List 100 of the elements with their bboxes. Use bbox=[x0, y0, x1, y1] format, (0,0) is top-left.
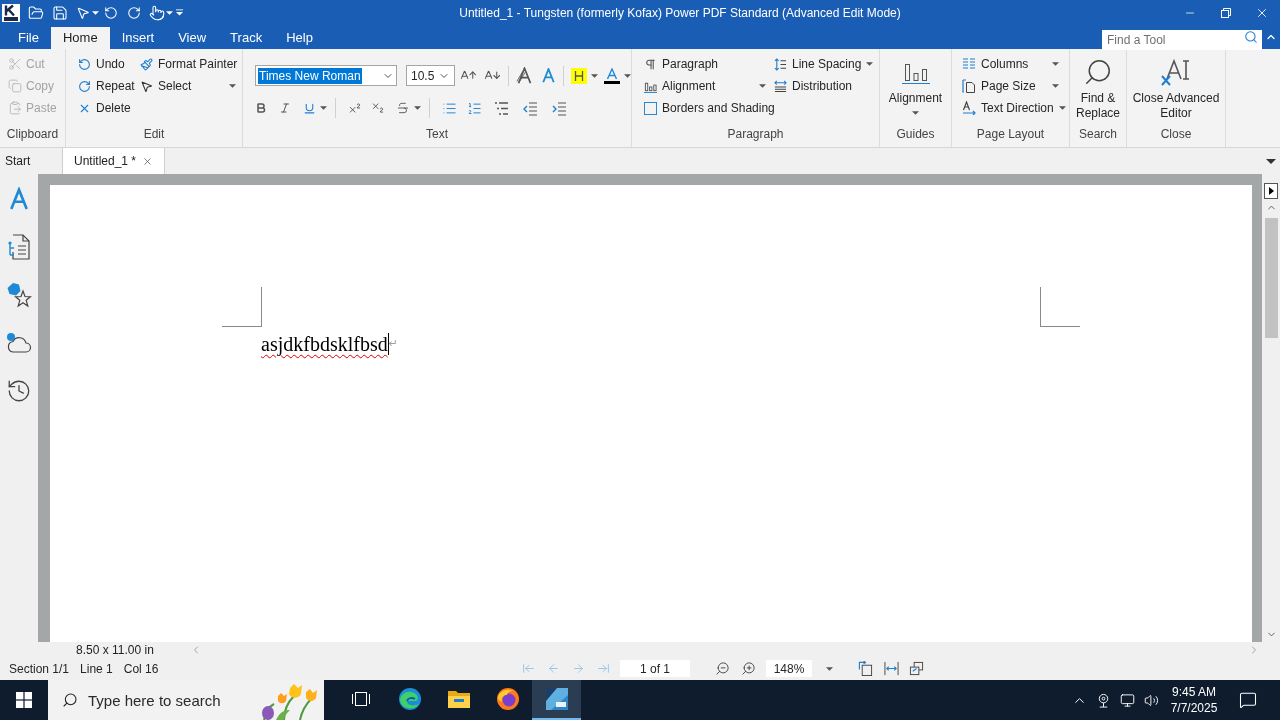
group-label: Edit bbox=[143, 126, 165, 143]
caret-icon[interactable] bbox=[92, 10, 99, 15]
app-logo-icon[interactable] bbox=[2, 3, 20, 22]
task-view-icon[interactable] bbox=[350, 690, 371, 708]
close-editor-button[interactable]: Close Advanced Editor bbox=[1127, 49, 1225, 121]
clock-date[interactable]: 7/7/2025 bbox=[1170, 700, 1218, 716]
menu-tab[interactable]: View bbox=[166, 27, 219, 49]
page-layout-option-button[interactable]: Page Size bbox=[958, 75, 1063, 97]
folder-icon[interactable] bbox=[446, 689, 471, 709]
zoom-in-icon[interactable] bbox=[741, 661, 756, 676]
search-icon[interactable] bbox=[1244, 30, 1258, 44]
document-tree-icon[interactable] bbox=[7, 234, 31, 260]
cloud-dot-icon[interactable] bbox=[6, 332, 32, 354]
letter-h-tile-icon[interactable] bbox=[571, 67, 587, 84]
multilevel-list-icon[interactable] bbox=[494, 100, 509, 116]
paragraph-option-button[interactable]: Line Spacing bbox=[770, 53, 878, 75]
outdent-icon[interactable] bbox=[523, 100, 538, 116]
paragraph-option-button[interactable]: Distribution bbox=[770, 75, 878, 97]
paragraph-option-button[interactable]: Paragraph bbox=[640, 53, 770, 75]
taskbar-search-field[interactable]: Type here to search bbox=[48, 680, 324, 720]
redo-arrow-icon[interactable] bbox=[127, 5, 141, 20]
clock-time[interactable]: 9:45 AM bbox=[1172, 684, 1216, 700]
letter-a-icon[interactable] bbox=[541, 68, 556, 83]
caret-icon[interactable] bbox=[591, 73, 598, 78]
overlapping-windows-icon[interactable] bbox=[909, 661, 924, 676]
page-rotate-icon[interactable] bbox=[858, 661, 873, 676]
line-indicator: Line 1 bbox=[80, 660, 113, 678]
scrollbar-thumb[interactable] bbox=[1264, 218, 1278, 338]
monitor-icon[interactable] bbox=[1119, 692, 1135, 708]
find-replace-button[interactable]: Find & Replace bbox=[1070, 49, 1126, 121]
letter-a-hatch-icon[interactable] bbox=[516, 67, 533, 84]
caret-icon[interactable] bbox=[624, 73, 631, 78]
caret-icon[interactable] bbox=[826, 666, 833, 671]
letter-a-icon[interactable] bbox=[8, 187, 30, 211]
save-icon[interactable] bbox=[52, 4, 68, 21]
fit-width-icon[interactable] bbox=[884, 661, 899, 676]
alignment-guides-button[interactable]: Alignment bbox=[880, 49, 951, 115]
indent-icon[interactable] bbox=[552, 100, 567, 116]
page-number-field[interactable]: 1 of 1 bbox=[620, 660, 690, 677]
letter-a-bar-icon[interactable] bbox=[604, 67, 620, 84]
close-icon[interactable] bbox=[142, 155, 154, 167]
delete-button[interactable]: Delete bbox=[74, 97, 136, 119]
document-app-icon[interactable] bbox=[544, 687, 569, 711]
document-tab[interactable]: Start bbox=[0, 148, 62, 174]
swirl-icon[interactable] bbox=[397, 687, 422, 711]
corner-mark bbox=[222, 287, 262, 327]
caret-icon[interactable] bbox=[414, 106, 421, 110]
italic-icon[interactable] bbox=[279, 102, 291, 114]
notification-icon[interactable] bbox=[1239, 691, 1257, 709]
group-label: Text bbox=[426, 126, 448, 143]
menu-tab[interactable]: Help bbox=[274, 27, 325, 49]
repeat-button[interactable]: Repeat bbox=[74, 75, 136, 97]
page-layout-option-button[interactable]: Columns bbox=[958, 53, 1063, 75]
bullet-list-icon[interactable] bbox=[442, 100, 457, 116]
corner-mark bbox=[1040, 287, 1080, 327]
subscript-icon[interactable] bbox=[371, 101, 385, 115]
section-indicator: Section 1/1 bbox=[9, 660, 70, 678]
caret-icon[interactable] bbox=[166, 10, 173, 15]
pointer-icon bbox=[140, 79, 153, 93]
numbered-list-icon[interactable] bbox=[467, 100, 482, 116]
caret-icon[interactable] bbox=[1266, 158, 1276, 164]
speaker-icon[interactable] bbox=[1143, 692, 1159, 708]
hand-pointer-icon[interactable] bbox=[149, 4, 165, 21]
copy-icon bbox=[8, 79, 22, 93]
triangle-right-icon[interactable] bbox=[1264, 183, 1278, 199]
font-size-field[interactable]: 10.5 bbox=[406, 65, 455, 86]
find-tool-field[interactable]: Find a Tool bbox=[1102, 30, 1262, 50]
undo-arrow-icon bbox=[78, 57, 91, 71]
hexagon-star-icon[interactable] bbox=[6, 282, 32, 308]
columns-icon bbox=[962, 57, 976, 71]
menu-tab[interactable]: Home bbox=[50, 27, 110, 49]
document-text: asjdkfbdsklfbsd bbox=[261, 332, 388, 356]
menu-tab[interactable]: File bbox=[6, 27, 51, 49]
format-painter-button[interactable]: Format Painter bbox=[136, 53, 240, 75]
pilcrow-icon bbox=[644, 57, 657, 71]
menu-tab[interactable]: Track bbox=[218, 27, 275, 49]
page-size-label: 8.50 x 11.00 in bbox=[76, 642, 154, 657]
zoom-out-icon[interactable] bbox=[715, 661, 730, 676]
font-name-field[interactable]: Times New Roman bbox=[255, 65, 397, 86]
fox-globe-icon[interactable] bbox=[495, 687, 520, 711]
caret-icon[interactable] bbox=[320, 106, 327, 110]
zoom-field[interactable]: 148% bbox=[766, 660, 812, 677]
taskbar-app-button[interactable] bbox=[532, 680, 581, 720]
superscript-icon[interactable] bbox=[348, 101, 362, 115]
undo-button[interactable]: Undo bbox=[74, 53, 136, 75]
document-tab[interactable]: Untitled_1 * bbox=[62, 148, 166, 174]
pointer-icon[interactable] bbox=[76, 5, 90, 20]
select-button[interactable]: Select bbox=[136, 75, 240, 97]
strikethrough-icon[interactable] bbox=[396, 101, 410, 115]
open-folder-icon[interactable] bbox=[28, 4, 44, 21]
undo-arrow-icon[interactable] bbox=[104, 5, 118, 20]
clock-arrow-icon[interactable] bbox=[6, 378, 32, 404]
windows-logo-icon[interactable] bbox=[16, 692, 32, 708]
paragraph-option-button[interactable]: Alignment bbox=[640, 75, 770, 97]
menu-tab[interactable]: Insert bbox=[109, 27, 167, 49]
underline-icon[interactable] bbox=[303, 101, 316, 115]
restore-icon[interactable] bbox=[1221, 7, 1231, 18]
bold-icon[interactable] bbox=[255, 102, 267, 114]
page-layout-option-button[interactable]: Text Direction bbox=[958, 97, 1063, 119]
menu-caret-icon[interactable] bbox=[176, 9, 183, 16]
